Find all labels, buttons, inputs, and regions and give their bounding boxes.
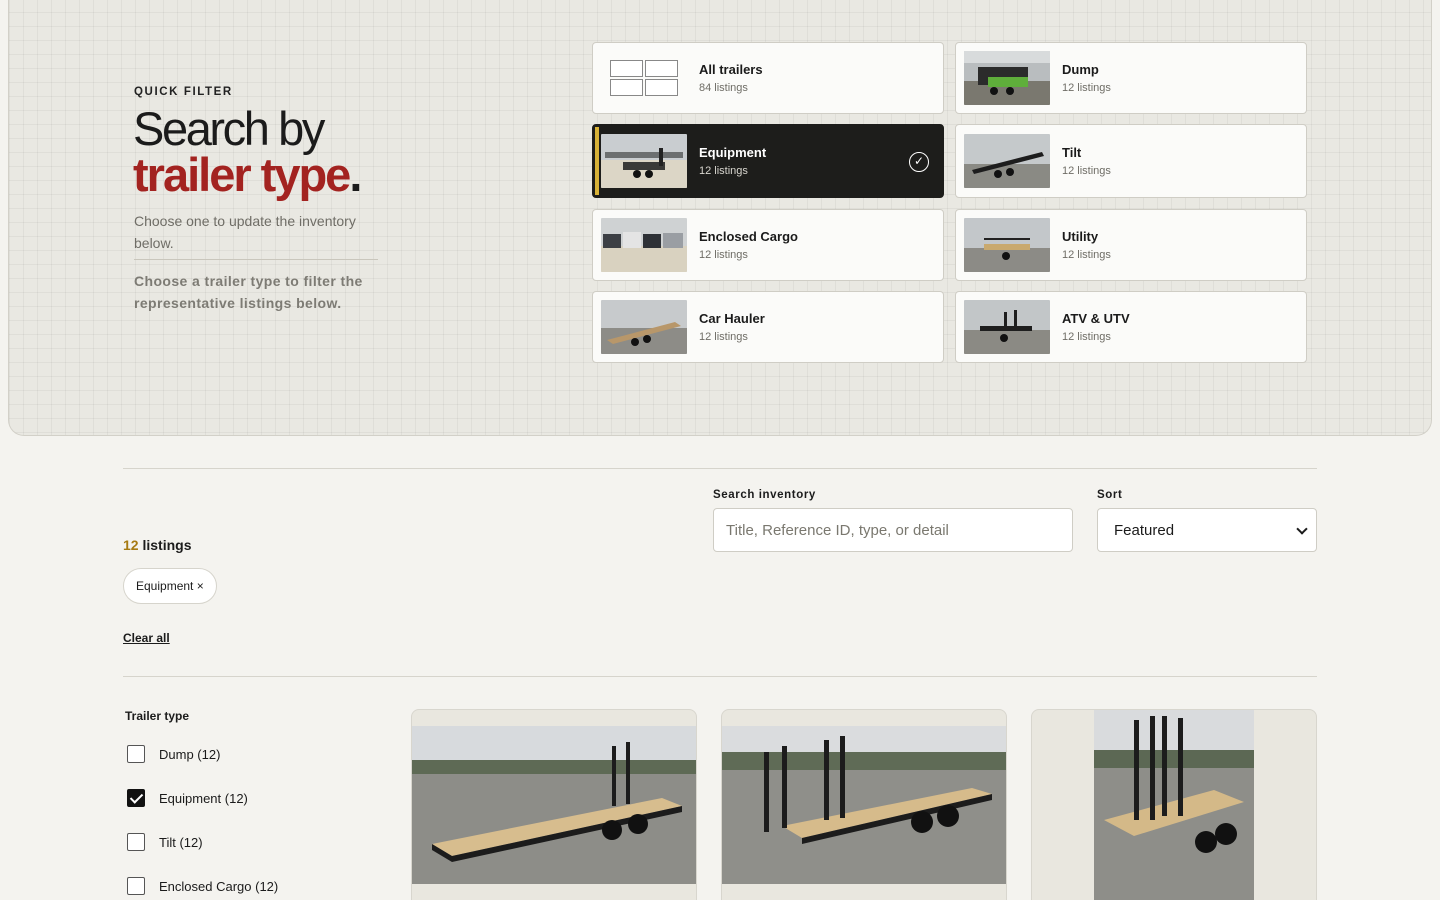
results-count-number: 12 (123, 537, 139, 553)
type-card-car-hauler[interactable]: Car Hauler 12 listings (592, 291, 944, 363)
divider (123, 676, 1317, 677)
type-card-title: Car Hauler (699, 311, 765, 326)
filter-checkbox-tilt[interactable]: Tilt (12) (127, 833, 203, 851)
type-card-enclosed-cargo[interactable]: Enclosed Cargo 12 listings (592, 209, 944, 281)
active-filter-chip-equipment[interactable]: Equipment × (123, 568, 217, 604)
grid-icon (601, 51, 687, 105)
type-card-title: Tilt (1062, 145, 1082, 160)
hero-quick-filter: QUICK FILTER Search by trailer type. Cho… (8, 0, 1432, 436)
headline-dot: . (349, 148, 362, 201)
type-card-dump[interactable]: Dump 12 listings (955, 42, 1307, 114)
type-card-count: 12 listings (699, 249, 748, 261)
search-label: Search inventory (713, 489, 816, 501)
car-hauler-thumbnail (601, 300, 687, 354)
listing-card[interactable] (721, 709, 1007, 900)
type-card-count: 12 listings (699, 331, 748, 343)
listing-photo (1094, 710, 1254, 900)
filter-checkbox-dump[interactable]: Dump (12) (127, 745, 220, 763)
type-card-count: 12 listings (699, 165, 748, 177)
quick-filter-eyebrow: QUICK FILTER (134, 86, 233, 98)
filter-label: Tilt (12) (159, 834, 203, 850)
listing-card[interactable] (411, 709, 697, 900)
type-card-count: 84 listings (699, 82, 748, 94)
hero-note: Choose a trailer type to filter the repr… (134, 273, 363, 311)
type-card-count: 12 listings (1062, 165, 1111, 177)
clear-all-link[interactable]: Clear all (123, 631, 170, 645)
results-count: 12 listings (123, 537, 191, 553)
atv-utv-trailer-thumbnail (964, 300, 1050, 354)
type-card-count: 12 listings (1062, 82, 1111, 94)
type-card-title: All trailers (699, 62, 763, 77)
type-card-all-trailers[interactable]: All trailers 84 listings (592, 42, 944, 114)
type-card-title: Dump (1062, 62, 1099, 77)
checkbox[interactable] (127, 833, 145, 851)
page-title: Search by trailer type. (133, 105, 362, 201)
listing-card[interactable] (1031, 709, 1317, 900)
type-card-atv-utv[interactable]: ATV & UTV 12 listings (955, 291, 1307, 363)
type-card-count: 12 listings (1062, 331, 1111, 343)
filter-checkbox-enclosed-cargo[interactable]: Enclosed Cargo (12) (127, 877, 278, 895)
checkbox-checked[interactable] (127, 789, 145, 807)
type-card-title: Equipment (699, 145, 767, 160)
results-count-label: listings (142, 537, 192, 553)
type-card-count: 12 listings (1062, 249, 1111, 261)
type-card-title: Utility (1062, 229, 1099, 244)
dump-trailer-thumbnail (964, 51, 1050, 105)
divider (123, 468, 1317, 469)
enclosed-cargo-thumbnail (601, 218, 687, 272)
check-circle-icon: ✓ (909, 152, 929, 172)
listing-photo (412, 726, 696, 884)
sort-select[interactable]: Featured (1097, 508, 1317, 552)
headline-accent: trailer type (133, 148, 351, 201)
equipment-trailer-thumbnail (601, 134, 687, 188)
type-card-tilt[interactable]: Tilt 12 listings (955, 124, 1307, 198)
chevron-down-icon (1296, 523, 1308, 535)
filter-checkbox-equipment[interactable]: Equipment (12) (127, 789, 248, 807)
sort-selected-value: Featured (1114, 521, 1175, 539)
utility-trailer-thumbnail (964, 218, 1050, 272)
filter-heading-trailer-type: Trailer type (125, 709, 190, 723)
type-card-equipment[interactable]: Equipment 12 listings ✓ (592, 124, 944, 198)
filter-label: Equipment (12) (159, 790, 248, 806)
filter-label: Enclosed Cargo (12) (159, 878, 279, 894)
filter-label: Dump (12) (159, 746, 221, 762)
hero-description: Choose one to update the inventory below… (134, 210, 378, 260)
tilt-trailer-thumbnail (964, 134, 1050, 188)
listing-photo (722, 726, 1006, 884)
type-card-title: Enclosed Cargo (699, 229, 798, 244)
type-card-title: ATV & UTV (1062, 311, 1130, 326)
sort-label: Sort (1097, 489, 1123, 501)
type-card-utility[interactable]: Utility 12 listings (955, 209, 1307, 281)
search-input[interactable] (713, 508, 1073, 552)
checkbox[interactable] (127, 745, 145, 763)
checkbox[interactable] (127, 877, 145, 895)
